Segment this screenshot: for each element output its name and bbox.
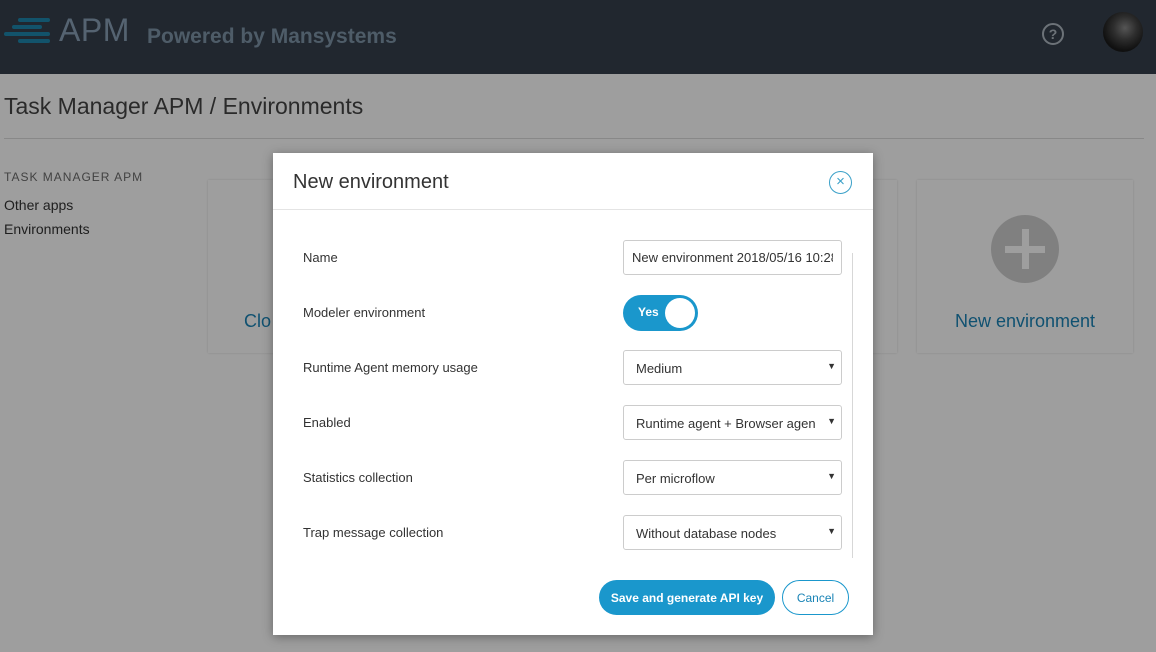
name-label: Name [303,250,338,265]
chevron-down-icon: ▼ [827,471,836,481]
memory-usage-label: Runtime Agent memory usage [303,360,478,375]
chevron-down-icon: ▼ [827,526,836,536]
save-and-generate-api-key-button[interactable]: Save and generate API key [599,580,775,615]
name-input[interactable] [623,240,842,275]
chevron-down-icon: ▼ [827,361,836,371]
dialog-header: New environment × [273,153,873,210]
trap-message-collection-value: Without database nodes [636,526,777,541]
trap-message-collection-label: Trap message collection [303,525,444,540]
close-icon[interactable]: × [829,171,852,194]
statistics-collection-value: Per microflow [636,471,715,486]
memory-usage-select[interactable]: Medium ▼ [623,350,842,385]
dialog-title: New environment [293,171,449,193]
chevron-down-icon: ▼ [827,416,836,426]
modeler-environment-toggle[interactable]: Yes [623,295,698,331]
cancel-button[interactable]: Cancel [782,580,849,615]
statistics-collection-label: Statistics collection [303,470,413,485]
enabled-label: Enabled [303,415,351,430]
memory-usage-value: Medium [636,361,683,376]
trap-message-collection-select[interactable]: Without database nodes ▼ [623,515,842,550]
statistics-collection-select[interactable]: Per microflow ▼ [623,460,842,495]
form-divider [852,253,853,558]
enabled-value: Runtime agent + Browser agen [636,416,816,431]
modeler-environment-label: Modeler environment [303,305,426,320]
new-environment-dialog: New environment × Name Modeler environme… [273,153,873,635]
toggle-state-label: Yes [638,305,659,319]
toggle-knob [665,298,695,328]
enabled-select[interactable]: Runtime agent + Browser agen ▼ [623,405,842,440]
